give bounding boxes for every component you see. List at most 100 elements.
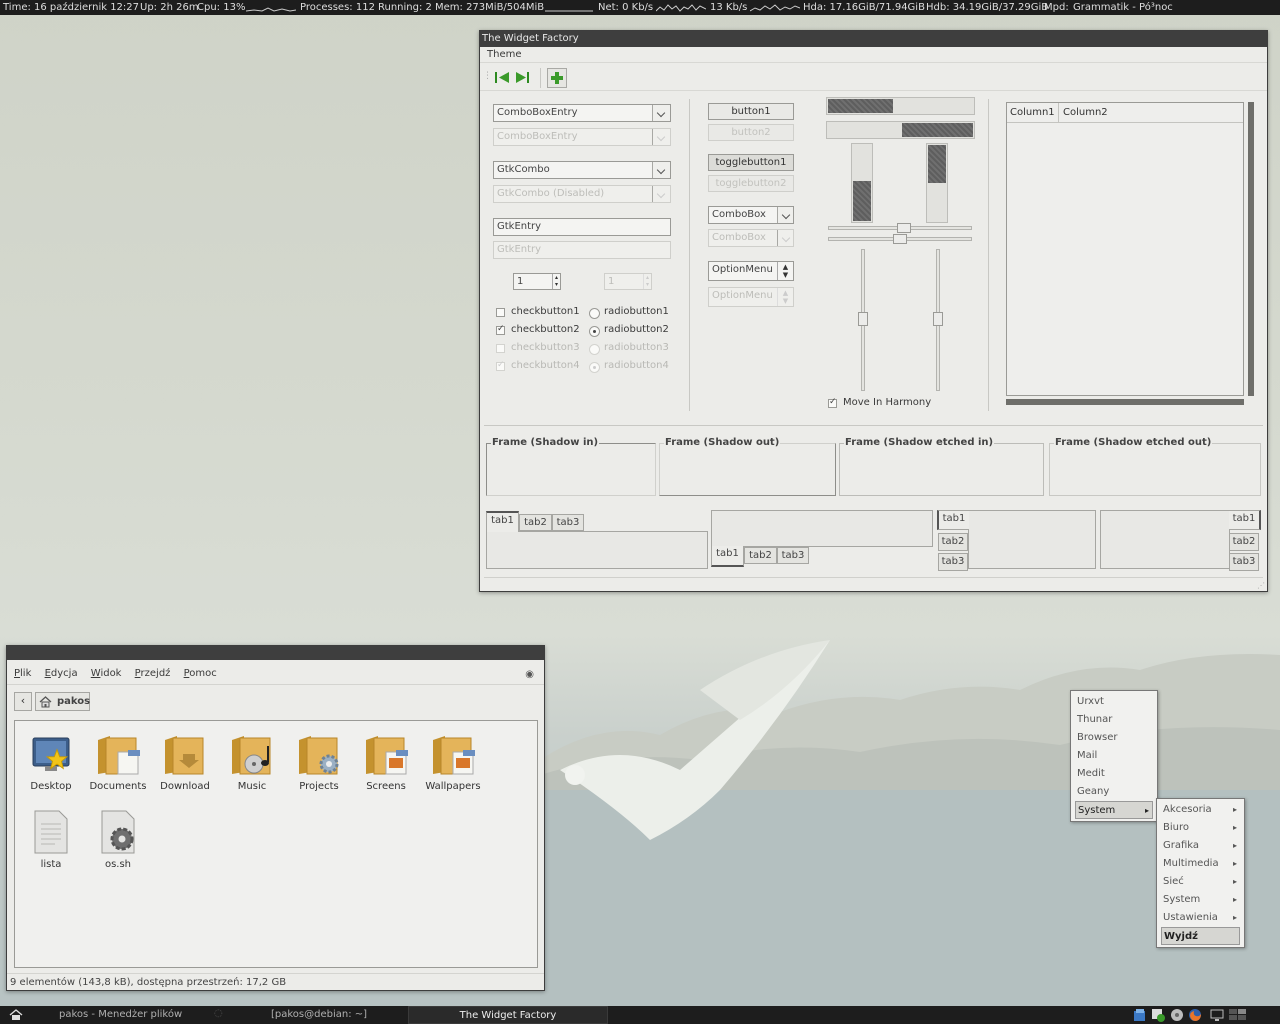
notebook-bottom-tab2[interactable]: tab2: [744, 547, 777, 564]
checkbutton1-box[interactable]: [496, 308, 505, 317]
file-item-music[interactable]: Music: [220, 732, 284, 792]
add-button[interactable]: [547, 68, 567, 88]
notebook-bottom-tab3[interactable]: tab3: [777, 547, 809, 564]
disc-tray-icon[interactable]: [1170, 1008, 1184, 1022]
menu-item-system[interactable]: System ▸: [1075, 801, 1153, 819]
file-item-os-sh[interactable]: os.sh: [86, 810, 150, 870]
path-button-pakos[interactable]: pakos: [35, 692, 90, 711]
file-item-screens[interactable]: Screens: [354, 732, 418, 792]
go-last-icon[interactable]: [515, 71, 531, 84]
vscale-1[interactable]: [858, 249, 868, 391]
submenu-item-system[interactable]: System ▸: [1161, 891, 1240, 909]
updown-arrows-icon[interactable]: ▲ ▼: [777, 262, 793, 280]
gtk-combo[interactable]: GtkCombo: [493, 161, 671, 179]
file-item-download[interactable]: Download: [153, 732, 217, 792]
hscale-1-handle[interactable]: [897, 223, 911, 233]
checkbutton2-box[interactable]: [496, 324, 505, 335]
resize-grip-icon[interactable]: ⋰: [1257, 581, 1265, 590]
go-first-icon[interactable]: [494, 71, 510, 84]
radiobutton2-label[interactable]: radiobutton2: [604, 324, 669, 335]
checkbutton2-label[interactable]: checkbutton2: [511, 324, 580, 335]
togglebutton1[interactable]: togglebutton1: [708, 154, 794, 171]
hscale-1[interactable]: [828, 223, 972, 233]
menu-widok[interactable]: Widok: [91, 666, 122, 682]
home-menu-icon[interactable]: [9, 1009, 23, 1021]
submenu-item-akcesoria[interactable]: Akcesoria ▸: [1161, 801, 1240, 819]
chevron-down-icon[interactable]: [652, 162, 670, 178]
tree-view[interactable]: Column1 Column2: [1006, 102, 1244, 396]
combo-box-entry[interactable]: ComboBoxEntry: [493, 104, 671, 122]
notebook-left-tab2[interactable]: tab2: [938, 533, 968, 551]
radiobutton2-circle[interactable]: [589, 326, 600, 337]
radiobutton1-label[interactable]: radiobutton1: [604, 306, 669, 317]
file-item-desktop[interactable]: Desktop: [19, 732, 83, 792]
menu-pomoc[interactable]: Pomoc: [184, 666, 217, 682]
menu-plik[interactable]: Plik: [14, 666, 31, 682]
move-in-harmony-box[interactable]: [828, 397, 837, 408]
workspace-switcher-icon[interactable]: [1229, 1009, 1247, 1021]
window-title[interactable]: The Widget Factory: [480, 31, 1267, 47]
tree-vertical-scrollbar[interactable]: [1248, 102, 1254, 396]
menu-edycja[interactable]: Edycja: [45, 666, 78, 682]
file-item-projects[interactable]: Projects: [287, 732, 351, 792]
task-terminal[interactable]: [pakos@debian: ~]: [240, 1006, 408, 1024]
network-tray-icon[interactable]: [1133, 1008, 1147, 1022]
combobox-disabled: ComboBox: [708, 229, 794, 247]
menu-item-mail[interactable]: Mail: [1075, 747, 1153, 765]
menu-item-thunar[interactable]: Thunar: [1075, 711, 1153, 729]
submenu-item-biuro[interactable]: Biuro ▸: [1161, 819, 1240, 837]
menu-item-urxvt[interactable]: Urxvt: [1075, 693, 1153, 711]
button1[interactable]: button1: [708, 103, 794, 120]
checkbutton1-label[interactable]: checkbutton1: [511, 306, 580, 317]
submenu-arrow-icon: ▸: [1232, 805, 1237, 814]
file-item-wallpapers[interactable]: Wallpapers: [421, 732, 485, 792]
radiobutton1-circle[interactable]: [589, 308, 600, 319]
toolbar-grip[interactable]: ⋮: [483, 71, 492, 81]
notebook-left-tab3[interactable]: tab3: [938, 553, 968, 571]
notebook-left-tab1[interactable]: tab1: [937, 510, 969, 530]
firefox-icon[interactable]: [1188, 1008, 1202, 1022]
submenu-item-multimedia[interactable]: Multimedia ▸: [1161, 855, 1240, 873]
column2-header[interactable]: Column2: [1059, 103, 1243, 123]
notebook-bottom-tab1[interactable]: tab1: [711, 546, 744, 567]
gtk-entry[interactable]: GtkEntry: [493, 218, 671, 236]
task-widget-factory[interactable]: The Widget Factory: [408, 1006, 608, 1024]
file-item-documents[interactable]: Documents: [86, 732, 150, 792]
chevron-down-icon[interactable]: [777, 207, 793, 223]
hscale-2[interactable]: [828, 234, 972, 244]
submenu-item-wyjdz[interactable]: Wyjdź: [1161, 927, 1240, 945]
menu-przejdz[interactable]: Przejdź: [135, 666, 171, 682]
file-manager-titlebar[interactable]: [7, 646, 544, 660]
menu-item-browser[interactable]: Browser: [1075, 729, 1153, 747]
update-tray-icon[interactable]: [1151, 1008, 1165, 1022]
chevron-down-icon[interactable]: [652, 105, 670, 121]
menu-theme[interactable]: Theme: [487, 47, 522, 63]
progress-bar-rtl: [826, 121, 975, 139]
file-item-lista[interactable]: lista: [19, 810, 83, 870]
notebook-right-tab1[interactable]: tab1: [1229, 510, 1261, 530]
notebook-top-tab2[interactable]: tab2: [519, 514, 552, 531]
back-button[interactable]: ‹: [14, 692, 32, 711]
vscale-2[interactable]: [933, 249, 943, 391]
submenu-item-ustawienia[interactable]: Ustawienia ▸: [1161, 909, 1240, 927]
notebook-top-tab3[interactable]: tab3: [552, 514, 584, 531]
submenu-item-siec[interactable]: Sieć ▸: [1161, 873, 1240, 891]
menu-item-medit[interactable]: Medit: [1075, 765, 1153, 783]
display-tray-icon[interactable]: [1210, 1009, 1224, 1021]
move-in-harmony-label[interactable]: Move In Harmony: [843, 397, 931, 408]
spin-arrows-icon[interactable]: ▴ ▾: [552, 274, 560, 289]
task-file-manager[interactable]: pakos - Menedżer plików: [30, 1006, 210, 1024]
hscale-2-handle[interactable]: [893, 234, 907, 244]
combobox[interactable]: ComboBox: [708, 206, 794, 224]
vscale-1-handle[interactable]: [858, 312, 868, 326]
tree-horizontal-scrollbar[interactable]: [1006, 399, 1244, 405]
notebook-right-tab2[interactable]: tab2: [1229, 533, 1259, 551]
notebook-right-tab3[interactable]: tab3: [1229, 553, 1259, 571]
notebook-top-tab1[interactable]: tab1: [486, 511, 519, 532]
column1-header[interactable]: Column1: [1007, 103, 1059, 123]
spin-button[interactable]: 1 ▴ ▾: [513, 273, 561, 290]
vscale-2-handle[interactable]: [933, 312, 943, 326]
menu-item-geany[interactable]: Geany: [1075, 783, 1153, 801]
optionmenu[interactable]: OptionMenu ▲ ▼: [708, 261, 794, 281]
submenu-item-grafika[interactable]: Grafika ▸: [1161, 837, 1240, 855]
